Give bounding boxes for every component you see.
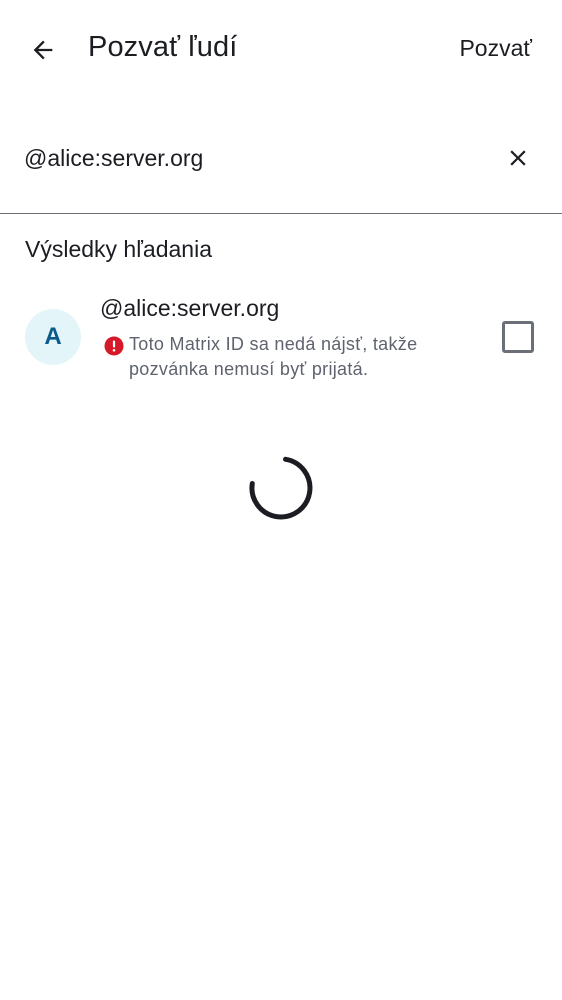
search-input[interactable]: [24, 138, 484, 178]
user-id: @alice:server.org: [100, 295, 280, 321]
invite-button[interactable]: Pozvať: [459, 35, 532, 62]
close-icon: [510, 150, 526, 166]
clear-search-button[interactable]: [502, 142, 534, 174]
back-button[interactable]: [20, 27, 66, 73]
loading-spinner-icon: [249, 456, 313, 520]
search-bar: [0, 120, 562, 214]
page-title: Pozvať ľudí: [88, 31, 238, 63]
list-item[interactable]: A @alice:server.org Toto Matrix ID sa ne…: [0, 290, 562, 390]
error-icon: [104, 336, 124, 356]
top-app-bar: Pozvať ľudí Pozvať: [0, 0, 562, 100]
search-results-header: Výsledky hľadania: [25, 236, 212, 262]
warning-message: Toto Matrix ID sa nedá nájsť, takže pozv…: [129, 334, 418, 379]
arrow-left-icon: [33, 40, 53, 60]
select-checkbox[interactable]: [502, 321, 534, 353]
avatar: A: [25, 309, 81, 365]
